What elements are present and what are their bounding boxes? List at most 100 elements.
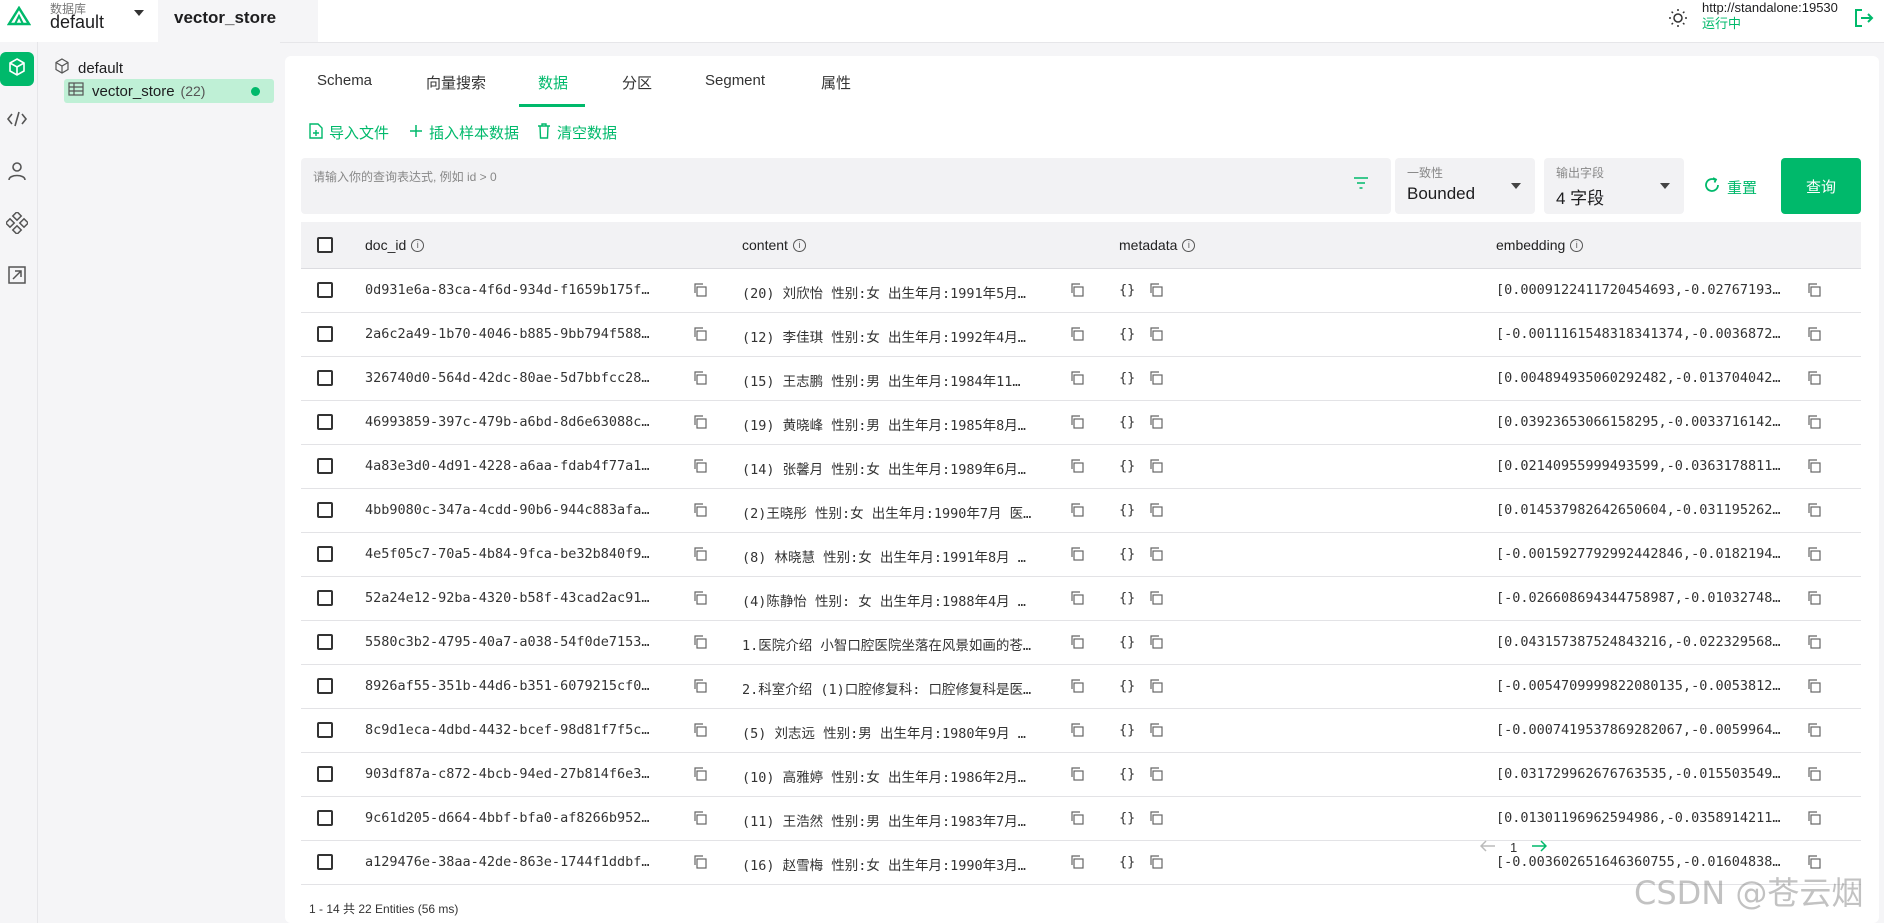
table-row[interactable]: 8c9d1eca-4dbd-4432-bcef-98d81f7f5c… (5) 刘… xyxy=(301,709,1861,753)
copy-icon[interactable] xyxy=(1149,415,1163,429)
copy-icon[interactable] xyxy=(693,327,707,341)
rail-database-button[interactable] xyxy=(0,52,34,86)
row-checkbox[interactable] xyxy=(317,326,333,342)
copy-icon[interactable] xyxy=(1807,591,1821,605)
insert-sample-button[interactable]: 插入样本数据 xyxy=(409,122,519,143)
copy-icon[interactable] xyxy=(1070,723,1084,737)
table-row[interactable]: 4a83e3d0-4d91-4228-a6aa-fdab4f77a1… (14) … xyxy=(301,445,1861,489)
copy-icon[interactable] xyxy=(1070,415,1084,429)
copy-icon[interactable] xyxy=(693,723,707,737)
copy-icon[interactable] xyxy=(693,459,707,473)
info-icon[interactable]: i xyxy=(1570,238,1584,252)
tab-segment[interactable]: Segment xyxy=(705,72,765,89)
rail-code-button[interactable] xyxy=(0,104,34,138)
row-checkbox[interactable] xyxy=(317,414,333,430)
row-checkbox[interactable] xyxy=(317,502,333,518)
copy-icon[interactable] xyxy=(1070,855,1084,869)
copy-icon[interactable] xyxy=(693,811,707,825)
query-expression-input[interactable]: 请输入你的查询表达式, 例如 id > 0 xyxy=(301,158,1391,214)
select-all-checkbox[interactable] xyxy=(317,237,333,253)
prev-page-icon[interactable] xyxy=(1479,840,1496,855)
copy-icon[interactable] xyxy=(1807,371,1821,385)
row-checkbox[interactable] xyxy=(317,854,333,870)
table-row[interactable]: 2a6c2a49-1b70-4046-b885-9bb794f588… (12) … xyxy=(301,313,1861,357)
rail-export-button[interactable] xyxy=(0,260,34,294)
copy-icon[interactable] xyxy=(1807,327,1821,341)
copy-icon[interactable] xyxy=(1070,679,1084,693)
copy-icon[interactable] xyxy=(1149,547,1163,561)
copy-icon[interactable] xyxy=(1149,679,1163,693)
info-icon[interactable]: i xyxy=(1182,238,1196,252)
tree-collection-item[interactable]: vector_store (22) xyxy=(64,79,274,103)
table-row[interactable]: 9c61d205-d664-4bbf-bfa0-af8266b952… (11) … xyxy=(301,797,1861,841)
copy-icon[interactable] xyxy=(1807,679,1821,693)
tab-schema[interactable]: Schema xyxy=(317,72,372,89)
copy-icon[interactable] xyxy=(1149,635,1163,649)
copy-icon[interactable] xyxy=(693,635,707,649)
database-select[interactable]: 数据库 default xyxy=(50,0,150,40)
copy-icon[interactable] xyxy=(693,547,707,561)
copy-icon[interactable] xyxy=(1070,635,1084,649)
row-checkbox[interactable] xyxy=(317,678,333,694)
row-checkbox[interactable] xyxy=(317,370,333,386)
clear-data-button[interactable]: 清空数据 xyxy=(537,122,617,143)
copy-icon[interactable] xyxy=(693,371,707,385)
copy-icon[interactable] xyxy=(1149,811,1163,825)
copy-icon[interactable] xyxy=(1149,767,1163,781)
copy-icon[interactable] xyxy=(1807,855,1821,869)
copy-icon[interactable] xyxy=(1149,327,1163,341)
copy-icon[interactable] xyxy=(693,415,707,429)
copy-icon[interactable] xyxy=(1149,371,1163,385)
copy-icon[interactable] xyxy=(1807,767,1821,781)
query-button[interactable]: 查询 xyxy=(1781,158,1861,214)
copy-icon[interactable] xyxy=(1070,767,1084,781)
column-header-doc-id[interactable]: doc_id i xyxy=(365,237,425,253)
collection-tab[interactable]: vector_store xyxy=(158,0,318,42)
copy-icon[interactable] xyxy=(1807,811,1821,825)
table-row[interactable]: 52a24e12-92ba-4320-b58f-43cad2ac91… (4)陈静… xyxy=(301,577,1861,621)
copy-icon[interactable] xyxy=(1070,547,1084,561)
copy-icon[interactable] xyxy=(1070,459,1084,473)
table-row[interactable]: 326740d0-564d-42dc-80ae-5d7bbfcc28… (15) … xyxy=(301,357,1861,401)
logout-icon[interactable] xyxy=(1852,6,1876,30)
copy-icon[interactable] xyxy=(1149,723,1163,737)
copy-icon[interactable] xyxy=(1070,503,1084,517)
copy-icon[interactable] xyxy=(1070,371,1084,385)
copy-icon[interactable] xyxy=(693,503,707,517)
row-checkbox[interactable] xyxy=(317,810,333,826)
filter-icon[interactable] xyxy=(1353,176,1369,194)
copy-icon[interactable] xyxy=(1070,327,1084,341)
tab-data[interactable]: 数据 xyxy=(538,72,568,93)
table-row[interactable]: 5580c3b2-4795-40a7-a038-54f0de7153… 1.医院介… xyxy=(301,621,1861,665)
rail-user-button[interactable] xyxy=(0,156,34,190)
copy-icon[interactable] xyxy=(1807,283,1821,297)
copy-icon[interactable] xyxy=(693,679,707,693)
copy-icon[interactable] xyxy=(1070,283,1084,297)
copy-icon[interactable] xyxy=(1149,503,1163,517)
table-row[interactable]: 4e5f05c7-70a5-4b84-9fca-be32b840f9… (8) 林… xyxy=(301,533,1861,577)
copy-icon[interactable] xyxy=(1807,415,1821,429)
table-row[interactable]: 4bb9080c-347a-4cdd-90b6-944c883afa… (2)王晓… xyxy=(301,489,1861,533)
table-row[interactable]: a129476e-38aa-42de-863e-1744f1ddbf… (16) … xyxy=(301,841,1861,885)
rail-system-button[interactable] xyxy=(0,208,34,242)
copy-icon[interactable] xyxy=(1149,283,1163,297)
row-checkbox[interactable] xyxy=(317,458,333,474)
info-icon[interactable]: i xyxy=(792,238,806,252)
copy-icon[interactable] xyxy=(1807,723,1821,737)
next-page-icon[interactable] xyxy=(1531,840,1548,855)
row-checkbox[interactable] xyxy=(317,634,333,650)
copy-icon[interactable] xyxy=(1149,591,1163,605)
reset-button[interactable]: 重置 xyxy=(1703,176,1757,198)
copy-icon[interactable] xyxy=(693,591,707,605)
copy-icon[interactable] xyxy=(693,283,707,297)
row-checkbox[interactable] xyxy=(317,590,333,606)
consistency-select[interactable]: 一致性 Bounded xyxy=(1395,158,1535,214)
table-row[interactable]: 903df87a-c872-4bcb-94ed-27b814f6e3… (10) … xyxy=(301,753,1861,797)
copy-icon[interactable] xyxy=(1807,635,1821,649)
current-page[interactable]: 1 xyxy=(1510,840,1517,855)
row-checkbox[interactable] xyxy=(317,546,333,562)
copy-icon[interactable] xyxy=(1149,855,1163,869)
copy-icon[interactable] xyxy=(1807,459,1821,473)
tree-database-item[interactable]: default xyxy=(54,58,123,78)
column-header-embedding[interactable]: embedding i xyxy=(1496,237,1584,253)
